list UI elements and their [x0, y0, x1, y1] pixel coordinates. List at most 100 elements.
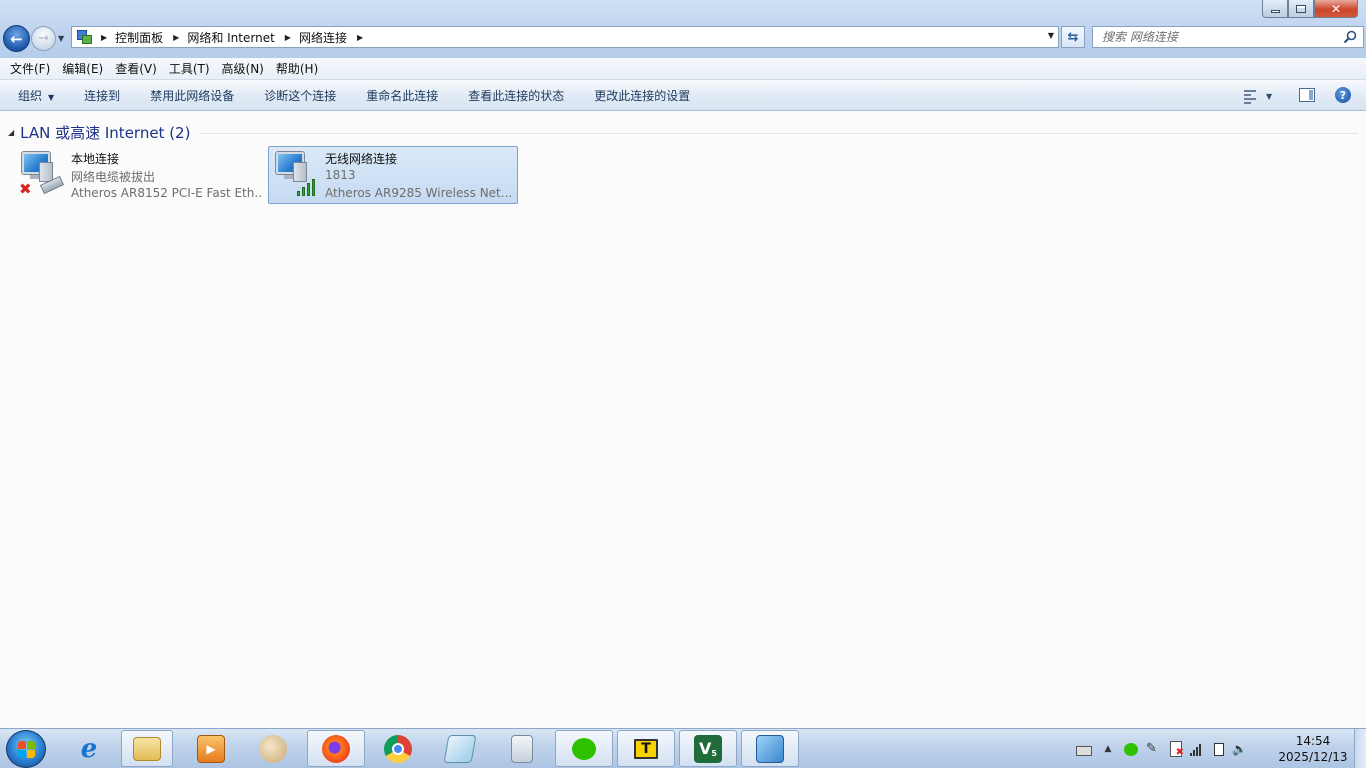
view-options-icon	[1244, 89, 1256, 104]
connect-to-button[interactable]: 连接到	[69, 82, 135, 110]
organize-label: 组织	[18, 88, 43, 103]
minimize-icon	[1270, 10, 1280, 13]
breadcrumb-separator-icon[interactable]: ▶	[173, 33, 179, 42]
control-panel-icon	[77, 29, 93, 45]
command-bar: 组织 ▼ 连接到 禁用此网络设备 诊断这个连接 重命名此连接 查看此连接的状态 更…	[0, 81, 1366, 111]
wechat-button[interactable]	[555, 730, 613, 767]
power-plug-icon[interactable]	[1214, 742, 1224, 756]
group-divider	[200, 133, 1358, 134]
maximize-button[interactable]	[1288, 0, 1314, 18]
minimize-button[interactable]	[1262, 0, 1288, 18]
connection-name: 无线网络连接	[325, 152, 398, 166]
t-app-button[interactable]: T	[617, 730, 675, 767]
breadcrumb-control-panel[interactable]: 控制面板	[115, 29, 163, 46]
restore-icon	[1296, 4, 1306, 13]
menu-view[interactable]: 查看(V)	[109, 59, 163, 79]
group-title: LAN 或高速 Internet (2)	[20, 124, 191, 142]
v5-app-icon: V5	[694, 734, 722, 763]
connection-item-wireless[interactable]: 无线网络连接 1813 Atheros AR9285 Wireless Net.…	[268, 146, 518, 204]
search-icon[interactable]	[1343, 30, 1357, 44]
address-bar[interactable]: ▶ 控制面板 ▶ 网络和 Internet ▶ 网络连接 ▶ ▼	[71, 26, 1059, 48]
file-explorer-icon	[133, 736, 161, 761]
title-bar: ✕ ← → ▼ ▶ 控制面板 ▶ 网络和 Internet ▶ 网络连接 ▶ ▼…	[0, 0, 1366, 58]
calculator-icon	[511, 734, 533, 763]
search-input[interactable]	[1102, 30, 1332, 44]
start-button[interactable]	[6, 730, 46, 768]
connection-item-local[interactable]: ✖ 本地连接 网络电缆被拔出 Atheros AR8152 PCI-E Fast…	[14, 146, 264, 204]
preview-pane-button[interactable]	[1299, 88, 1315, 102]
file-explorer-button[interactable]	[121, 730, 173, 767]
recent-pages-dropdown[interactable]: ▼	[58, 34, 64, 43]
connection-device: Atheros AR8152 PCI-E Fast Eth...	[71, 186, 261, 200]
address-history-dropdown[interactable]: ▼	[1048, 31, 1054, 40]
pin-icon[interactable]: ✎	[1146, 741, 1162, 757]
help-button[interactable]: ?	[1335, 87, 1351, 103]
clock-time: 14:54	[1295, 734, 1331, 748]
windows-logo-icon	[18, 741, 36, 759]
calculator-button[interactable]	[493, 730, 551, 767]
notepad-icon	[443, 734, 477, 763]
paint-icon	[259, 734, 287, 763]
diagnose-button[interactable]: 诊断这个连接	[249, 82, 351, 110]
keyboard-icon[interactable]	[1076, 745, 1092, 756]
v5-letter: V	[699, 739, 712, 758]
back-button[interactable]: ←	[3, 25, 30, 52]
change-settings-button[interactable]: 更改此连接的设置	[579, 82, 705, 110]
menu-advanced[interactable]: 高级(N)	[216, 59, 270, 79]
wechat-icon	[572, 737, 596, 760]
refresh-button[interactable]: ⇆	[1061, 26, 1085, 48]
change-view-button[interactable]: ▼	[1244, 87, 1284, 105]
menu-tools[interactable]: 工具(T)	[163, 59, 216, 79]
internet-explorer-button[interactable]: e	[60, 730, 118, 767]
taskbar: e ▶ T V5 ▲ ✎ ✖ 🔈 14:54 2025/12/13	[0, 728, 1366, 768]
menu-edit[interactable]: 编辑(E)	[56, 59, 109, 79]
forward-button[interactable]: →	[31, 26, 56, 51]
firefox-button[interactable]	[307, 730, 365, 767]
close-button[interactable]: ✕	[1314, 0, 1358, 18]
wireless-connected-icon	[273, 150, 321, 198]
media-player-button[interactable]: ▶	[182, 730, 240, 767]
breadcrumb-network-internet[interactable]: 网络和 Internet	[187, 29, 274, 46]
menu-file[interactable]: 文件(F)	[4, 59, 56, 79]
volume-icon[interactable]: 🔈	[1232, 741, 1248, 757]
action-center-icon[interactable]: ✖	[1170, 741, 1184, 758]
connection-device: Atheros AR9285 Wireless Net...	[325, 186, 513, 200]
view-status-button[interactable]: 查看此连接的状态	[453, 82, 579, 110]
wechat-tray-icon[interactable]	[1124, 742, 1138, 756]
search-box[interactable]	[1092, 26, 1364, 48]
menu-help[interactable]: 帮助(H)	[270, 59, 324, 79]
chevron-down-icon: ▼	[48, 92, 55, 102]
organize-button[interactable]: 组织 ▼	[0, 82, 69, 110]
network-connections-button[interactable]	[741, 730, 799, 767]
connection-name: 本地连接	[71, 152, 120, 166]
group-header[interactable]: ◢ LAN 或高速 Internet (2)	[8, 122, 1358, 143]
breadcrumb-separator-icon[interactable]: ▶	[101, 33, 107, 42]
connection-status: 网络电缆被拔出	[71, 170, 156, 184]
breadcrumb-separator-icon[interactable]: ▶	[285, 33, 291, 42]
firefox-icon	[322, 734, 350, 763]
paint-button[interactable]	[244, 730, 302, 767]
wifi-signal-icon[interactable]	[1190, 741, 1206, 757]
menu-bar: 文件(F) 编辑(E) 查看(V) 工具(T) 高级(N) 帮助(H)	[0, 58, 1366, 80]
disable-device-button[interactable]: 禁用此网络设备	[135, 82, 249, 110]
collapse-triangle-icon[interactable]: ◢	[8, 128, 14, 137]
rename-button[interactable]: 重命名此连接	[351, 82, 453, 110]
network-connections-icon	[756, 734, 784, 763]
notepad-button[interactable]	[431, 730, 489, 767]
chrome-icon	[384, 734, 412, 763]
system-clock[interactable]: 14:54 2025/12/13	[1276, 733, 1350, 765]
breadcrumb-network-connections[interactable]: 网络连接	[299, 29, 347, 46]
breadcrumb-separator-icon[interactable]: ▶	[357, 33, 363, 42]
v5-app-button[interactable]: V5	[679, 730, 737, 767]
wired-disconnected-icon: ✖	[19, 150, 67, 198]
connection-status: 1813	[325, 168, 356, 182]
show-desktop-button[interactable]	[1354, 729, 1366, 768]
show-hidden-icons-icon[interactable]: ▲	[1100, 741, 1116, 757]
clock-date: 2025/12/13	[1278, 750, 1348, 764]
file-list-pane: ◢ LAN 或高速 Internet (2) ✖ 本地连接 网络电缆被拔出 At…	[0, 112, 1366, 728]
chrome-button[interactable]	[369, 730, 427, 767]
v5-subscript: 5	[711, 749, 717, 758]
system-tray: ▲ ✎ ✖ 🔈	[1076, 737, 1256, 761]
t-app-icon: T	[634, 738, 658, 759]
internet-explorer-icon: e	[80, 733, 98, 764]
